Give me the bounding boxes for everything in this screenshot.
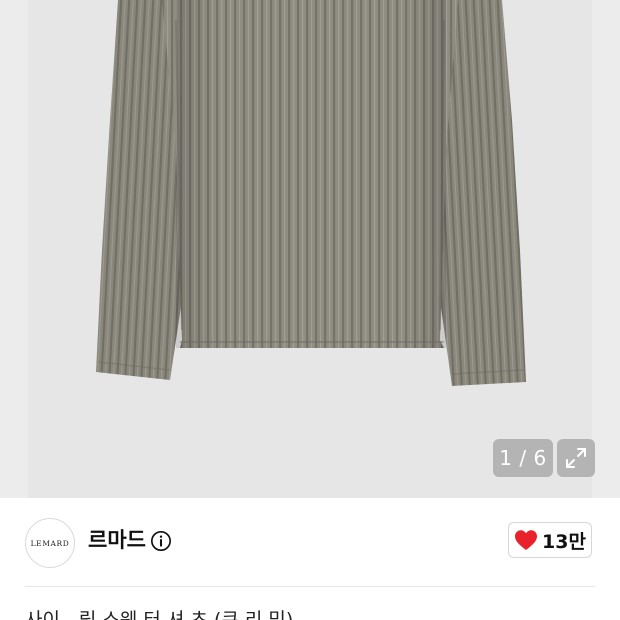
product-title: 사이 - 립 스웨 터 셔 츠 (쿠 리 밍) bbox=[25, 609, 294, 620]
expand-arrows-icon bbox=[566, 448, 586, 468]
product-photo bbox=[96, 0, 526, 386]
brand-logo-text: LEMARD bbox=[30, 538, 70, 548]
image-counter: 1 / 6 bbox=[493, 439, 553, 477]
product-gallery[interactable]: 1 / 6 bbox=[0, 0, 620, 498]
brand-row: LEMARD 르마드 13만 bbox=[0, 498, 620, 588]
section-divider bbox=[25, 586, 595, 587]
brand-name[interactable]: 르마드 bbox=[88, 526, 146, 554]
expand-image-button[interactable] bbox=[557, 439, 595, 477]
brand-logo[interactable]: LEMARD bbox=[25, 518, 75, 568]
like-button[interactable]: 13만 bbox=[508, 522, 592, 558]
product-detail-page: 1 / 6 LEMARD 르마드 13만 사이 - 립 스웨 터 셔 츠 (쿠 … bbox=[0, 0, 620, 620]
info-icon[interactable] bbox=[150, 530, 172, 552]
heart-icon bbox=[515, 530, 538, 550]
like-count: 13만 bbox=[542, 530, 586, 553]
